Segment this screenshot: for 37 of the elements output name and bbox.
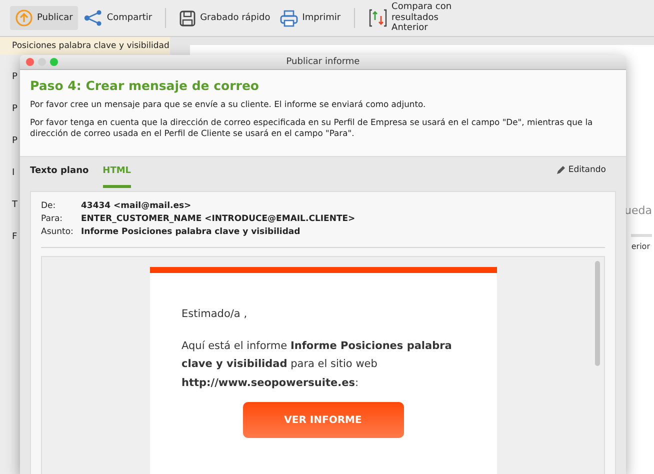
printer-icon	[280, 10, 298, 26]
message-text: Aquí está el informe Informe Posiciones palabra clave y visibilidad para el sitio web http://www.seopowersuite.es:	[182, 339, 453, 391]
sidebar-item[interactable]: T	[0, 193, 18, 225]
instruction-text: Por favor cree un mensaje para que se envíe a su cliente. El informe se enviará como adjunto.	[30, 99, 427, 110]
zoom-icon	[50, 58, 58, 66]
toolbar-button[interactable]: Compartir	[78, 6, 158, 30]
sidebar-item[interactable]: Posiciones palabra clave y visibilidad	[0, 37, 170, 55]
header-label: Para:	[41, 213, 64, 226]
header-label: De:	[41, 200, 57, 214]
header-label: Asunto:	[41, 226, 74, 240]
instruction-text: Por favor tenga en cuenta que la dirección de correo especificada en su Perfil de Empresa se usará en el campo "De", mientras que la dirección de correo usada en el Perfil de Cliente se usará en el campo "Para".	[30, 116, 594, 139]
header-value: Informe Posiciones palabra clave y visibilidad	[81, 226, 300, 240]
toolbar-button[interactable]: Compara con resultados Anterior	[362, 0, 469, 37]
greeting-text: Estimado/a ,	[182, 307, 248, 322]
sidebar-item[interactable]: P	[0, 65, 18, 97]
header-value: 43434 <mail@mail.es>	[81, 200, 192, 214]
header-value: ENTER_CUSTOMER_NAME <INTRODUCE@EMAIL.CLIENTE>	[81, 213, 356, 226]
edit-status: Editando	[568, 164, 606, 176]
toolbar-button[interactable]: Grabado rápido	[174, 6, 276, 30]
sidebar-item[interactable]: P	[0, 129, 18, 161]
text-fragment: ueda	[624, 203, 652, 219]
sidebar-item[interactable]: P	[0, 97, 18, 129]
upload-icon	[15, 9, 33, 27]
sidebar-item[interactable]: I	[0, 161, 15, 193]
compare-arrows-icon	[368, 8, 388, 28]
dialog-title: Publicar informe	[286, 57, 360, 67]
scrollbar-thumb[interactable]	[595, 261, 600, 366]
text-fragment: erior	[631, 234, 652, 252]
pencil-icon	[556, 164, 566, 175]
step-heading: Paso 4: Crear mensaje de correo	[30, 78, 260, 93]
close-icon	[26, 58, 34, 66]
toolbar-button[interactable]: Imprimir	[275, 6, 346, 30]
sidebar-item[interactable]: F	[0, 225, 18, 257]
share-icon	[82, 9, 103, 27]
toolbar-button[interactable]: Publicar	[10, 6, 78, 30]
format-tab[interactable]: Texto plano	[30, 162, 89, 188]
minimize-icon	[38, 58, 46, 66]
